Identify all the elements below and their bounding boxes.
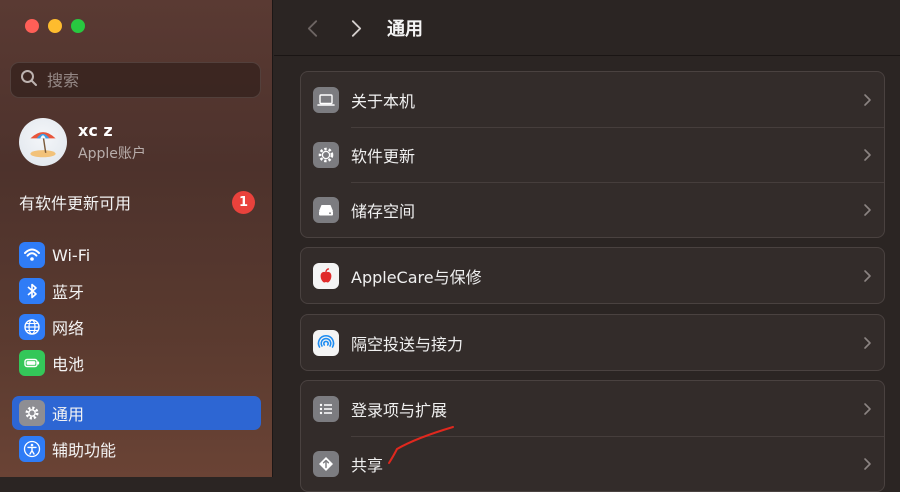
settings-group-applecare: AppleCare与保修	[300, 247, 885, 304]
chevron-right-icon	[864, 93, 871, 106]
globe-icon	[19, 314, 45, 340]
apple-account[interactable]: xc z Apple账户	[19, 118, 146, 166]
settings-group-login-sharing: 登录项与扩展 共享	[300, 380, 885, 492]
search-input[interactable]	[45, 69, 249, 91]
settings-group-about: 关于本机 软件更新 储存空间	[300, 71, 885, 238]
account-name: xc z	[78, 121, 113, 140]
row-sharing[interactable]: 共享	[301, 436, 884, 491]
sidebar-item-bluetooth[interactable]: 蓝牙	[12, 274, 261, 308]
sidebar-item-label: 蓝牙	[52, 283, 85, 302]
row-airdrop-handoff[interactable]: 隔空投送与接力	[301, 315, 884, 370]
row-applecare[interactable]: AppleCare与保修	[301, 248, 884, 303]
search-icon	[19, 68, 39, 92]
avatar	[19, 118, 67, 166]
sidebar-item-general[interactable]: 通用	[12, 396, 261, 430]
row-label: 储存空间	[351, 201, 416, 221]
window-controls	[25, 19, 85, 33]
sharing-icon	[313, 450, 339, 477]
sidebar-item-accessibility[interactable]: 辅助功能	[12, 432, 261, 466]
chevron-right-icon	[351, 19, 361, 37]
sidebar-item-wifi[interactable]: Wi-Fi	[12, 238, 261, 272]
software-update-notice[interactable]: 有软件更新可用 1	[19, 190, 255, 214]
sidebar-item-label: 网络	[52, 319, 85, 338]
close-window-button[interactable]	[25, 19, 39, 33]
battery-icon	[19, 350, 45, 376]
zoom-window-button[interactable]	[71, 19, 85, 33]
sidebar-item-network[interactable]: 网络	[12, 310, 261, 344]
chevron-left-icon	[307, 19, 317, 37]
row-login-items-extensions[interactable]: 登录项与扩展	[301, 381, 884, 436]
chevron-right-icon	[864, 269, 871, 282]
beach-umbrella-icon	[30, 132, 56, 158]
account-subtitle: Apple账户	[78, 146, 146, 162]
sidebar-item-battery[interactable]: 电池	[12, 346, 261, 380]
airdrop-icon	[313, 329, 339, 356]
main-content: 通用 关于本机 软件更新 储存空间 AppleCare与保修 隔空投送与接力 登…	[274, 0, 900, 492]
toolbar: 通用	[274, 0, 900, 56]
list-icon	[313, 395, 339, 422]
bluetooth-icon	[19, 278, 45, 304]
gear-icon	[19, 400, 45, 426]
page-title: 通用	[387, 19, 423, 40]
update-count-badge: 1	[232, 190, 255, 214]
software-update-gear-icon	[313, 141, 339, 168]
sidebar-item-label: 通用	[52, 405, 85, 424]
row-label: AppleCare与保修	[351, 267, 482, 287]
accessibility-icon	[19, 436, 45, 462]
row-storage[interactable]: 储存空间	[301, 182, 884, 237]
row-label: 登录项与扩展	[351, 400, 448, 420]
storage-drive-icon	[313, 196, 339, 223]
row-about-this-mac[interactable]: 关于本机	[301, 72, 884, 127]
forward-button[interactable]	[346, 17, 366, 39]
row-label: 软件更新	[351, 146, 416, 166]
laptop-icon	[313, 86, 339, 113]
minimize-window-button[interactable]	[48, 19, 62, 33]
chevron-right-icon	[864, 203, 871, 216]
apple-logo-icon	[313, 262, 339, 289]
back-button[interactable]	[302, 17, 322, 39]
row-label: 关于本机	[351, 91, 416, 111]
sidebar-item-label: 辅助功能	[52, 441, 117, 460]
update-notice-label: 有软件更新可用	[19, 194, 132, 213]
settings-group-airdrop: 隔空投送与接力	[300, 314, 885, 371]
search-field[interactable]	[10, 62, 261, 98]
sidebar-item-label: 电池	[52, 355, 85, 374]
sidebar-item-label: Wi-Fi	[52, 245, 91, 265]
chevron-right-icon	[864, 336, 871, 349]
row-software-update[interactable]: 软件更新	[301, 127, 884, 182]
chevron-right-icon	[864, 148, 871, 161]
chevron-right-icon	[864, 402, 871, 415]
wifi-icon	[19, 242, 45, 268]
chevron-right-icon	[864, 457, 871, 470]
row-label: 隔空投送与接力	[351, 334, 464, 354]
row-label: 共享	[351, 455, 384, 475]
sidebar: xc z Apple账户 有软件更新可用 1 Wi-Fi 蓝牙 网络	[0, 0, 273, 477]
